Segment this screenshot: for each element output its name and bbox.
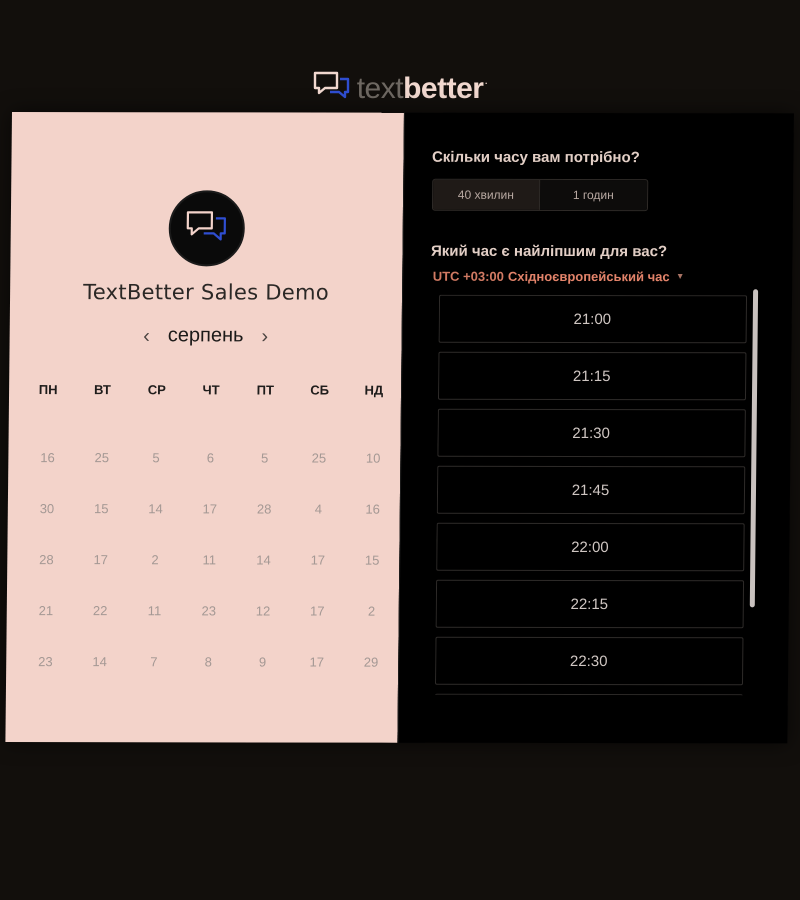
brand-dot: . [484,72,488,87]
calendar-day: 17 [202,501,218,517]
timezone-selector[interactable]: UTC +03:00 Східноєвропейський час ▾ [433,269,683,284]
duration-question: Скільки часу вам потрібно? [431,148,640,167]
page: textbetter. TextBetter Sales Demo ‹ серп… [0,0,800,900]
calendar-day: 7 [150,654,158,670]
calendar-day: 5 [260,450,269,466]
calendar-day: 12 [255,603,271,619]
time-slot-button[interactable]: 22:30 [434,636,743,686]
calendar-day: 5 [152,450,160,466]
weekday-label: ВТ [94,382,112,398]
chevron-right-icon[interactable]: › [259,325,270,347]
weekday-label: НД [364,382,384,398]
weekday-label: СР [147,382,166,398]
calendar-day: 17 [310,603,325,619]
calendar-day: 15 [93,501,109,517]
time-selection-panel: Скільки часу вам потрібно? 40 хвилин 1 г… [396,112,794,744]
month-label: серпень [167,324,244,347]
brand-wordmark: textbetter. [356,71,488,105]
brand-header: textbetter. [0,70,800,107]
time-slot-button[interactable]: 21:30 [436,408,746,458]
caret-down-icon: ▾ [677,271,683,283]
calendar-panel: TextBetter Sales Demo ‹ серпень › ПН ВТ … [5,112,404,743]
time-question: Який час є найліпшим для вас? [430,242,668,261]
time-slot-button[interactable]: 22:15 [435,579,744,629]
calendar-day: 15 [364,552,380,568]
calendar-day: 25 [311,450,327,466]
calendar-day: 2 [151,552,159,568]
calendar-day: 16 [40,450,55,466]
calendar-day: 28 [256,501,272,517]
timezone-name: Східноєвропейський час [507,268,670,285]
calendar-day: 23 [201,603,217,619]
calendar-day: 11 [202,552,217,568]
calendar-day: 2 [367,603,376,619]
calendar-day: 8 [204,654,212,670]
timezone-offset: UTC +03:00 [432,268,505,284]
avatar [168,190,246,267]
brand-text-light: text [356,71,404,105]
time-slot-button[interactable] [434,693,743,696]
calendar-day: 10 [365,450,381,466]
weekday-label: ПТ [256,382,275,398]
weekday-label: ПН [38,382,58,398]
booking-card: TextBetter Sales Demo ‹ серпень › ПН ВТ … [5,112,794,744]
duration-toggle: 40 хвилин 1 годин [431,178,648,212]
calendar-day: 6 [206,450,215,466]
weekday-label: ЧТ [202,382,220,398]
time-slot-list: 21:00 21:15 21:30 21:45 22:00 22:15 22:3… [434,294,748,696]
calendar-day: 28 [39,552,54,568]
chat-bubbles-icon [313,70,351,107]
slot-list-scrollbar[interactable] [749,289,758,608]
calendar-day: 25 [94,450,110,466]
time-slot-button[interactable]: 21:15 [437,351,746,401]
calendar-day: 16 [365,501,380,517]
calendar-day: 30 [39,501,55,517]
calendar-day: 14 [92,654,107,670]
calendar-day: 9 [258,654,267,670]
weekday-header: ПН ВТ СР ЧТ ПТ СБ НД [21,382,401,398]
duration-option-40-min[interactable]: 40 хвилин [432,179,541,210]
calendar-day: 23 [38,654,53,670]
calendar-day-grid: 16 25 5 6 5 25 10 30 15 14 17 28 4 16 28… [18,450,401,706]
event-title: TextBetter Sales Demo [83,280,330,305]
time-slot-button[interactable]: 22:00 [435,522,745,572]
month-navigation: ‹ серпень › [10,324,402,348]
calendar-day: 22 [92,603,108,619]
calendar-day: 14 [148,501,163,517]
brand-logo: textbetter. [313,70,488,107]
chat-bubbles-icon [185,208,229,249]
calendar-day: 14 [256,552,271,568]
weekday-label: СБ [310,382,330,398]
calendar-day: 17 [309,654,325,670]
calendar-day: 29 [363,654,379,670]
brand-text-bold: better [403,71,484,105]
calendar-day: 4 [314,501,323,517]
calendar-day: 11 [147,603,162,619]
time-slot-button[interactable]: 21:00 [438,294,747,344]
duration-option-1-hour[interactable]: 1 годин [539,179,647,211]
calendar-day: 21 [38,603,54,619]
calendar-day: 17 [310,552,326,568]
time-slot-button[interactable]: 21:45 [436,465,745,515]
chevron-left-icon[interactable]: ‹ [141,325,152,347]
calendar-day: 17 [93,552,109,568]
